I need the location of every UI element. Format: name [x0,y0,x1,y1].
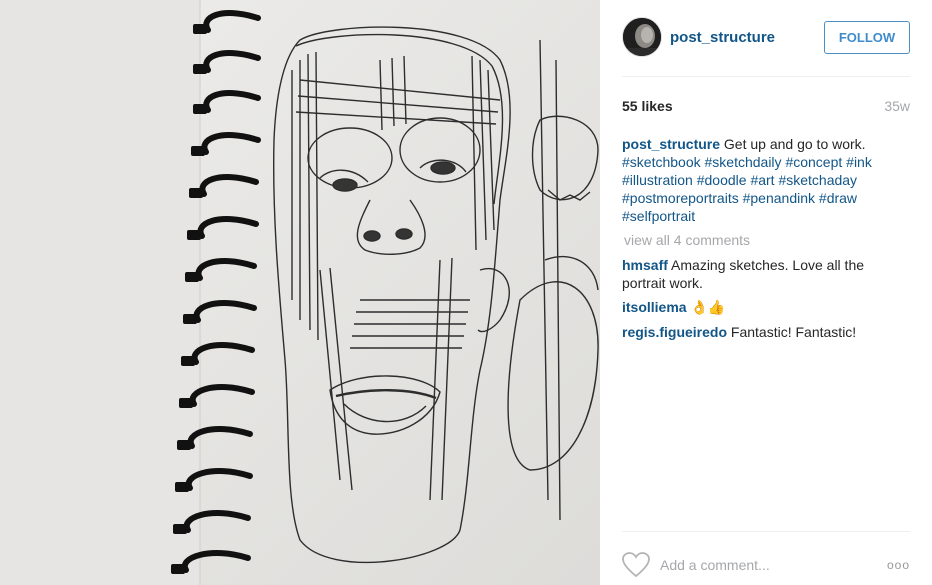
caption-username[interactable]: post_structure [622,136,720,152]
post-meta: 55 likes 35w [622,98,910,116]
comment-username[interactable]: itsolliema [622,299,687,315]
caption-tags: #sketchbook #sketchdaily #concept #ink #… [622,154,872,224]
heart-icon[interactable] [622,552,650,578]
post-age[interactable]: 35w [884,98,910,114]
hashtag[interactable]: #illustration [622,172,693,188]
hashtag[interactable]: #doodle [697,172,747,188]
hashtag[interactable]: #sketchdaily [705,154,782,170]
avatar-image [623,18,661,56]
comment-username[interactable]: regis.figueiredo [622,324,727,340]
hashtag[interactable]: #concept [785,154,842,170]
view-all-comments-link[interactable]: view all 4 comments [624,231,910,249]
caption-text: Get up and go to work. [723,136,866,152]
hashtag[interactable]: #postmoreportraits [622,190,739,206]
comment-footer: ooo [622,531,910,585]
hashtag[interactable]: #ink [846,154,872,170]
comment-text: 👌👍 [690,300,726,316]
post-header: post_structure FOLLOW [622,17,910,77]
hashtag[interactable]: #draw [819,190,857,206]
likes-count[interactable]: 55 likes [622,98,673,114]
hashtag[interactable]: #sketchbook [622,154,701,170]
post-details-panel: post_structure FOLLOW 55 likes 35w post_… [600,0,932,585]
post-photo[interactable] [0,0,600,585]
comment-username[interactable]: hmsaff [622,257,668,273]
comment-text: Fantastic! Fantastic! [730,324,857,340]
caption: post_structure Get up and go to work. #s… [622,135,910,225]
comment-item: hmsaff Amazing sketches. Love all the po… [622,256,910,292]
more-options-icon[interactable]: ooo [887,558,910,572]
hashtag[interactable]: #selfportrait [622,208,695,224]
hashtag[interactable]: #penandink [743,190,815,206]
hashtag[interactable]: #sketchaday [778,172,857,188]
comment-item: regis.figueiredo Fantastic! Fantastic! [622,323,910,341]
follow-button[interactable]: FOLLOW [824,21,910,54]
sketch-drawing [0,0,600,585]
add-comment-input[interactable] [660,557,872,573]
comments-list: post_structure Get up and go to work. #s… [622,135,910,347]
post-username[interactable]: post_structure [670,29,775,46]
hashtag[interactable]: #art [750,172,774,188]
avatar[interactable] [622,17,662,57]
comment-item: itsolliema 👌👍 [622,298,910,317]
